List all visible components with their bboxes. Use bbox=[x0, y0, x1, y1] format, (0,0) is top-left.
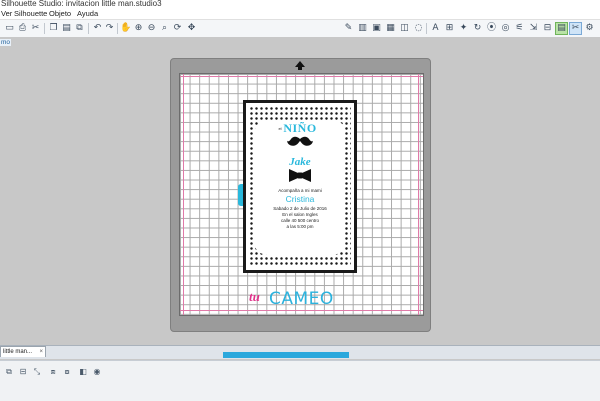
cut-border-left bbox=[183, 74, 184, 315]
document-tab-label: little man... bbox=[3, 349, 33, 355]
pen-icon[interactable]: ✎ bbox=[343, 23, 354, 34]
canvas-workspace[interactable]: mo el NIÑO Jake Acompaña a mi mami Crist… bbox=[0, 37, 600, 345]
tucameo-logo[interactable]: tu CAMEO bbox=[249, 289, 369, 313]
align-icon[interactable]: ⊞ bbox=[444, 23, 455, 34]
print-icon[interactable]: ⎙ bbox=[17, 23, 28, 34]
trace-icon[interactable]: ⦿ bbox=[486, 23, 497, 34]
settings-icon[interactable]: ⚙ bbox=[584, 23, 595, 34]
paste-icon[interactable]: ▤ bbox=[61, 23, 72, 34]
circle-icon[interactable]: ◌ bbox=[413, 23, 424, 34]
main-toolbar: ▭ ⎙ ✂ ❐ ▤ ⧉ ↶ ↷ ✋ ⊕ ⊖ ⌕ ⟳ ✥ ✎ ▥ ▣ ▦ ◫ ◌ … bbox=[0, 19, 600, 38]
document-tab[interactable]: little man... × bbox=[0, 346, 46, 357]
toolbar-divider bbox=[88, 23, 89, 34]
card-nino-title: NIÑO bbox=[283, 121, 317, 135]
new-file-icon[interactable]: ▭ bbox=[4, 23, 15, 34]
compound-icon[interactable]: ⤡ bbox=[32, 367, 42, 377]
copy-icon[interactable]: ❐ bbox=[48, 23, 59, 34]
corner-label: mo bbox=[0, 39, 12, 46]
card-details: Sabado 2 de Julio de 2016 En el salon In… bbox=[255, 206, 345, 230]
cut-settings-icon[interactable]: ✂ bbox=[30, 23, 41, 34]
cut-border-right bbox=[418, 74, 419, 315]
title-bar: Silhouette Studio: invitacion little man… bbox=[0, 0, 600, 9]
bowtie-icon bbox=[289, 169, 311, 182]
card-child-name: Jake bbox=[289, 156, 311, 168]
weld-icon[interactable]: ⧇ bbox=[62, 367, 72, 377]
settings-round-icon[interactable]: ◉ bbox=[92, 367, 102, 377]
menu-ver[interactable]: Ver bbox=[1, 9, 12, 18]
logo-prefix: tu bbox=[249, 289, 260, 304]
mustache-icon bbox=[287, 136, 313, 146]
release-icon[interactable]: ⧈ bbox=[48, 367, 58, 377]
undo-icon[interactable]: ↶ bbox=[92, 23, 103, 34]
invitation-card[interactable]: el NIÑO Jake Acompaña a mi mami Cristina bbox=[243, 100, 357, 273]
zoom-in-icon[interactable]: ⊕ bbox=[133, 23, 144, 34]
rectangle-icon[interactable]: ◫ bbox=[399, 23, 410, 34]
send-icon[interactable]: ⇲ bbox=[528, 23, 539, 34]
card-content: el NIÑO Jake Acompaña a mi mami Cristina bbox=[255, 120, 345, 255]
group-icon[interactable]: ⧉ bbox=[4, 367, 14, 377]
duplicate-icon[interactable]: ⧉ bbox=[74, 23, 85, 34]
cut-border-top bbox=[180, 76, 423, 77]
ungroup-icon[interactable]: ⊟ bbox=[18, 367, 28, 377]
redo-icon[interactable]: ↷ bbox=[104, 23, 115, 34]
window-title: Silhouette Studio: invitacion little man… bbox=[1, 0, 162, 8]
modify-icon[interactable]: ◧ bbox=[78, 367, 88, 377]
cut-send-icon[interactable]: ✂ bbox=[569, 22, 582, 35]
card-mom-name: Cristina bbox=[285, 194, 315, 204]
feed-direction-arrow-stem bbox=[298, 67, 302, 70]
text-icon[interactable]: A bbox=[430, 23, 441, 34]
media-icon[interactable]: ▦ bbox=[385, 23, 396, 34]
progress-bar bbox=[223, 352, 349, 358]
knife-icon[interactable]: ⚟ bbox=[514, 23, 525, 34]
bottom-toolbar: ⧉ ⊟ ⤡ ⧈ ⧇ ◧ ◉ bbox=[0, 360, 600, 401]
toolbar-divider bbox=[426, 23, 427, 34]
menu-silhouette[interactable]: Silhouette bbox=[14, 9, 47, 18]
close-tab-icon[interactable]: × bbox=[39, 347, 43, 358]
transform-icon[interactable]: ↻ bbox=[472, 23, 483, 34]
mat-grid[interactable]: el NIÑO Jake Acompaña a mi mami Cristina bbox=[179, 73, 424, 316]
menu-objeto[interactable]: Objeto bbox=[49, 9, 71, 18]
pan-icon[interactable]: ✋ bbox=[120, 23, 131, 34]
cutting-mat[interactable]: el NIÑO Jake Acompaña a mi mami Cristina bbox=[170, 58, 431, 332]
fill-icon[interactable]: ▥ bbox=[357, 23, 368, 34]
toolbar-divider bbox=[44, 23, 45, 34]
card-time: a las 5:00 pm bbox=[286, 224, 314, 229]
offset-icon[interactable]: ◎ bbox=[500, 23, 511, 34]
toolbar-divider bbox=[117, 23, 118, 34]
zoom-out-icon[interactable]: ⊖ bbox=[146, 23, 157, 34]
store-icon[interactable]: ⊟ bbox=[542, 23, 553, 34]
library-icon[interactable]: ▤ bbox=[555, 22, 568, 35]
card-accompanied-text: Acompaña a mi mami bbox=[278, 188, 322, 193]
image-icon[interactable]: ▣ bbox=[371, 23, 382, 34]
logo-brand: CAMEO bbox=[269, 289, 334, 309]
drag-icon[interactable]: ✥ bbox=[186, 23, 197, 34]
zoom-fit-icon[interactable]: ⌕ bbox=[159, 23, 170, 34]
menu-ayuda[interactable]: Ayuda bbox=[77, 9, 98, 18]
menu-bar: Ver Silhouette Objeto Ayuda bbox=[0, 9, 600, 19]
replicate-icon[interactable]: ✦ bbox=[458, 23, 469, 34]
rotate-icon[interactable]: ⟳ bbox=[172, 23, 183, 34]
